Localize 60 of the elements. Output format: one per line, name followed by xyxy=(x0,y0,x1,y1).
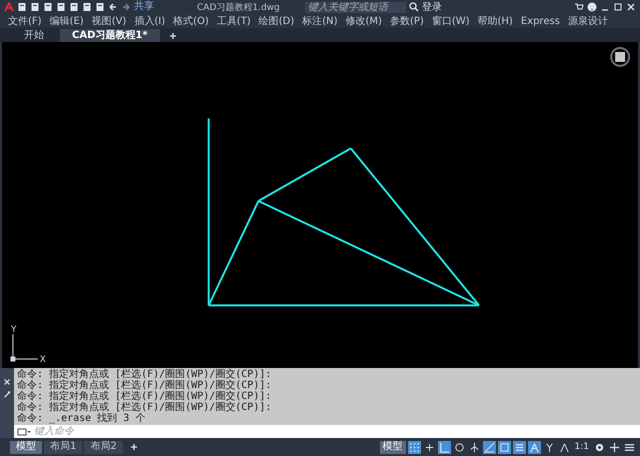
axis-label: Y xyxy=(10,325,16,336)
toolbar-file-icon[interactable] xyxy=(95,2,105,12)
menu-item[interactable]: 修改(M) xyxy=(342,14,386,28)
command-line: 命令: 指定对角点或 [栏选(F)/圈围(WP)/圈交(CP)]: xyxy=(17,391,272,402)
axis-label: X xyxy=(40,355,46,366)
close-icon[interactable] xyxy=(626,2,636,12)
layout-tab[interactable]: 布局1 xyxy=(44,440,82,454)
maximize-icon[interactable] xyxy=(613,2,623,12)
drawing-canvas[interactable]: Y X xyxy=(0,42,640,368)
file-tab[interactable]: CAD习题教程1* xyxy=(60,29,160,42)
viewcube-icon[interactable] xyxy=(610,47,630,67)
ucs-axes-icon xyxy=(10,334,38,362)
new-tab-icon[interactable] xyxy=(168,31,178,41)
menu-item[interactable]: 帮助(H) xyxy=(474,14,517,28)
menu-item[interactable]: 参数(P) xyxy=(386,14,428,28)
search-icon[interactable] xyxy=(408,2,419,12)
login-button[interactable]: 登录 xyxy=(422,0,442,14)
annotation-icon[interactable] xyxy=(528,440,541,454)
command-prompt-icon[interactable] xyxy=(17,426,31,436)
ortho-icon[interactable] xyxy=(438,440,451,454)
osnap-icon[interactable] xyxy=(498,440,511,454)
lineweight-icon[interactable] xyxy=(512,440,526,454)
annotation-scale-label[interactable]: 1:1 xyxy=(572,442,591,452)
menu-item[interactable]: 标注(N) xyxy=(298,14,342,28)
menu-item[interactable]: 文件(F) xyxy=(4,14,46,28)
menu-item[interactable]: 绘图(D) xyxy=(254,14,298,28)
share-button[interactable]: 共享 xyxy=(134,1,154,13)
command-line: 命令: _.erase 找到 3 个 xyxy=(17,413,146,424)
command-line: 命令: 指定对角点或 [栏选(F)/圈围(WP)/圈交(CP)]: xyxy=(17,402,272,413)
menu-item[interactable]: Express xyxy=(516,16,564,26)
menu-item[interactable]: 编辑(E) xyxy=(46,14,88,28)
command-input-bar[interactable]: 键入命令 xyxy=(14,425,640,438)
close-icon[interactable] xyxy=(3,378,11,386)
cart-icon[interactable] xyxy=(574,2,584,12)
undo-icon[interactable] xyxy=(108,2,118,12)
menu-item[interactable]: 源泉设计 xyxy=(564,14,612,28)
layout-tab[interactable]: 模型 xyxy=(10,440,42,454)
toolbar-file-icon[interactable] xyxy=(69,2,79,12)
file-tab[interactable]: 开始 xyxy=(12,29,56,42)
menu-item[interactable]: 视图(V) xyxy=(88,14,130,28)
toolbar-file-icon[interactable] xyxy=(56,2,66,12)
menu-item[interactable]: 工具(T) xyxy=(212,14,255,28)
new-layout-icon[interactable] xyxy=(128,442,139,452)
menu-item[interactable]: 格式(O) xyxy=(169,14,213,28)
model-space-button[interactable]: 模型 xyxy=(380,440,406,454)
redo-icon[interactable] xyxy=(121,2,131,12)
toolbar-file-icon[interactable] xyxy=(17,2,27,12)
command-line: 命令: 指定对角点或 [栏选(F)/圈围(WP)/圈交(CP)]: xyxy=(17,380,272,391)
wrench-icon[interactable] xyxy=(3,390,11,398)
layout-tab[interactable]: 布局2 xyxy=(84,440,123,454)
command-line: 命令: 指定对角点或 [栏选(F)/圈围(WP)/圈交(CP)]: xyxy=(17,369,272,380)
plus-icon[interactable] xyxy=(608,440,621,454)
toolbar-file-icon[interactable] xyxy=(30,2,40,12)
window-title: CAD习题教程1.dwg xyxy=(197,2,280,14)
toolbar-file-icon[interactable] xyxy=(82,2,92,12)
toolbar-file-icon[interactable] xyxy=(43,2,53,12)
polar-icon[interactable] xyxy=(452,440,466,454)
menu-item[interactable]: 窗口(W) xyxy=(428,14,474,28)
grid-icon[interactable] xyxy=(408,440,421,454)
menu-item[interactable]: 插入(I) xyxy=(130,14,170,28)
